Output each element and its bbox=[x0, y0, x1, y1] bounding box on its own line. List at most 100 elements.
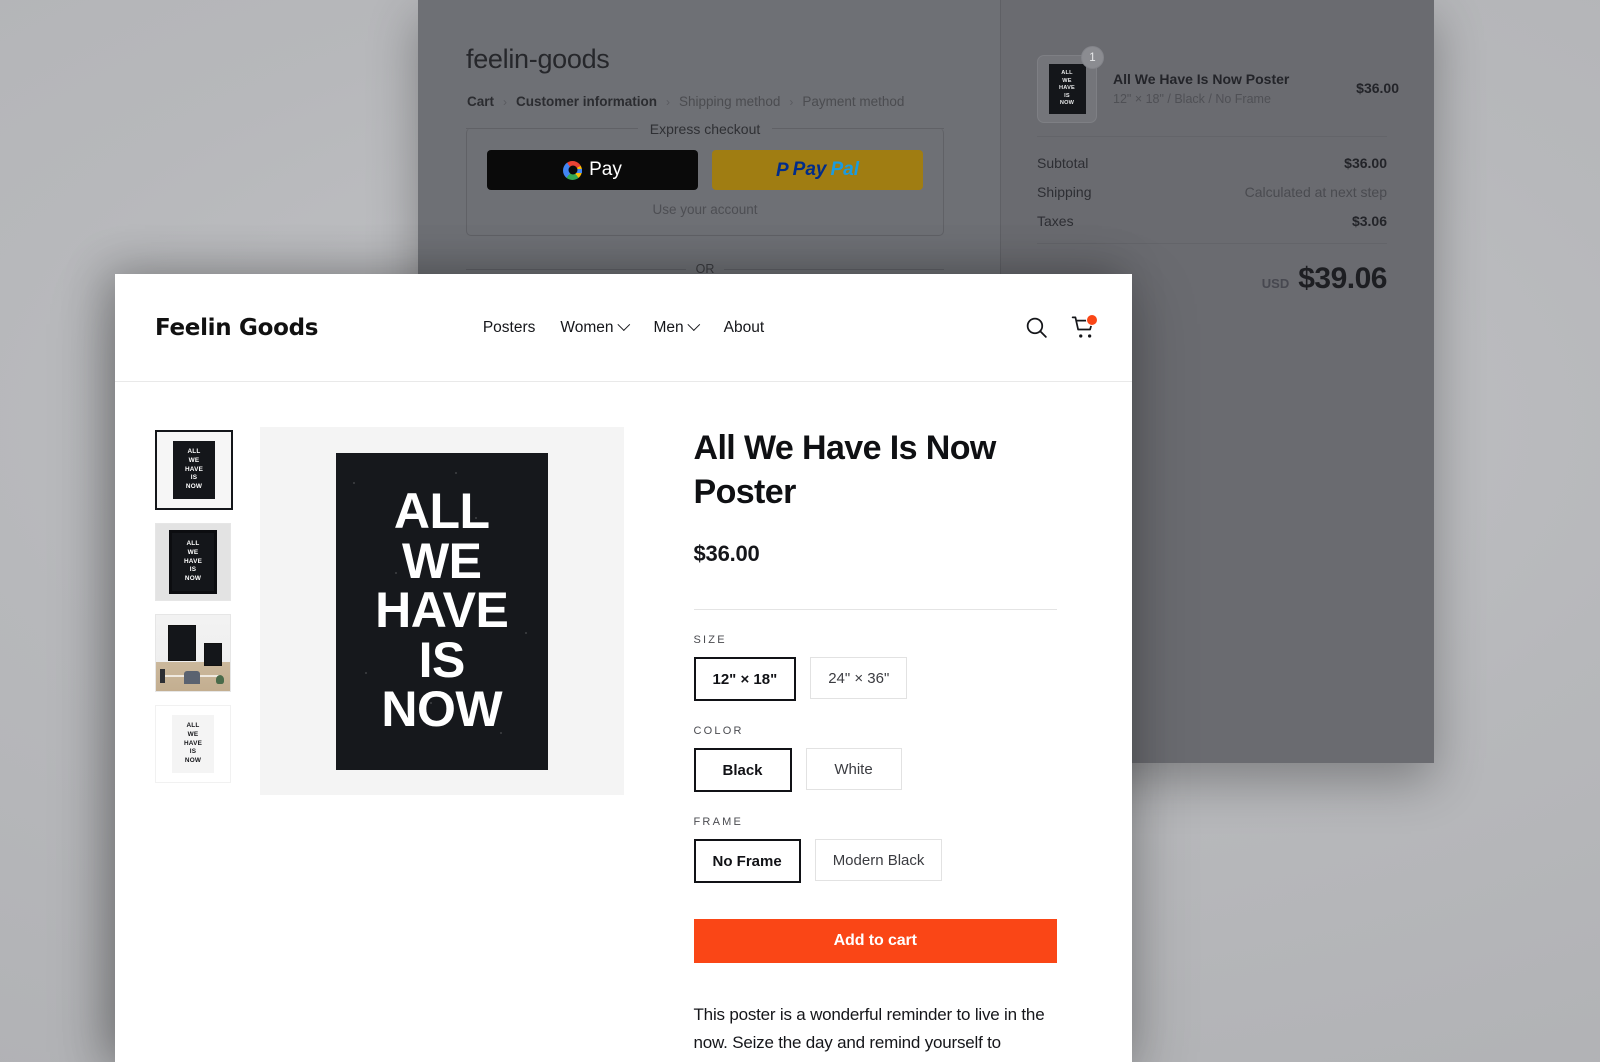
main-navigation: Posters Women Men About bbox=[483, 318, 765, 337]
option-color-black[interactable]: Black bbox=[693, 748, 792, 793]
room-plant bbox=[216, 675, 224, 684]
product-thumbnail-3[interactable] bbox=[155, 614, 231, 692]
room-poster-large bbox=[168, 625, 196, 661]
nav-label: Women bbox=[560, 318, 614, 336]
nav-item-men[interactable]: Men bbox=[653, 318, 701, 337]
taxes-label: Taxes bbox=[1037, 213, 1074, 229]
nav-item-about[interactable]: About bbox=[724, 319, 765, 337]
express-checkout-section: Express checkout Pay P Pay Pal Use your a… bbox=[466, 121, 944, 236]
room-lamp bbox=[160, 669, 165, 683]
poster-line: IS bbox=[190, 474, 198, 482]
poster-line: WE bbox=[1062, 77, 1072, 84]
poster-line: WE bbox=[187, 548, 199, 556]
order-summary-line-item: ALL WE HAVE IS NOW 1 All We Have Is Now … bbox=[1037, 46, 1399, 123]
product-thumbnail-1[interactable]: ALL WE HAVE IS NOW bbox=[155, 430, 233, 510]
subtotal-value: $36.00 bbox=[1344, 155, 1387, 171]
product-price: $36.00 bbox=[693, 541, 760, 567]
total-right: USD $39.06 bbox=[1261, 262, 1388, 296]
paypal-button[interactable]: P Pay Pal bbox=[712, 150, 923, 190]
poster-line: ALL bbox=[393, 483, 490, 540]
header-actions bbox=[1024, 313, 1098, 341]
poster-thumb-art: ALL WE HAVE IS NOW bbox=[1048, 64, 1086, 114]
breadcrumb-separator-icon: › bbox=[789, 94, 794, 109]
checkout-breadcrumb: Cart › Customer information › Shipping m… bbox=[467, 94, 904, 109]
poster-line: IS bbox=[418, 631, 466, 688]
poster-thumb-art-white: ALL WE HAVE IS NOW bbox=[172, 715, 214, 773]
google-g-icon bbox=[563, 160, 583, 180]
breadcrumb-customer-information[interactable]: Customer information bbox=[516, 94, 657, 109]
add-to-cart-button[interactable]: Add to cart bbox=[693, 919, 1057, 964]
poster-line: IS bbox=[189, 566, 197, 574]
chevron-down-icon bbox=[617, 318, 631, 332]
poster-line: ALL bbox=[186, 539, 200, 547]
option-values-color: Black White bbox=[693, 748, 1058, 793]
search-icon[interactable] bbox=[1024, 315, 1049, 340]
paypal-mark-icon: P bbox=[775, 159, 789, 181]
total-currency: USD bbox=[1261, 276, 1290, 291]
option-group-color: COLOR Black White bbox=[693, 725, 1058, 793]
option-values-frame: No Frame Modern Black bbox=[693, 839, 1058, 884]
breadcrumb-shipping-method: Shipping method bbox=[679, 94, 781, 109]
poster-thumb-art: ALL WE HAVE IS NOW bbox=[173, 441, 215, 499]
or-line-right bbox=[724, 268, 944, 270]
total-amount: $39.06 bbox=[1298, 262, 1387, 295]
room-chair bbox=[184, 671, 200, 684]
product-thumbnail-2[interactable]: ALL WE HAVE IS NOW bbox=[155, 523, 231, 601]
option-label-frame: FRAME bbox=[693, 816, 743, 829]
poster-line: ALL bbox=[1061, 70, 1073, 77]
option-frame-modern-black[interactable]: Modern Black bbox=[814, 839, 943, 882]
nav-item-posters[interactable]: Posters bbox=[483, 319, 536, 337]
poster-line: WE bbox=[187, 730, 199, 738]
poster-line: HAVE bbox=[375, 582, 509, 639]
room-poster-small bbox=[204, 643, 222, 666]
poster-line: ALL bbox=[187, 447, 201, 455]
legend-line-left bbox=[466, 128, 638, 129]
poster-line: IS bbox=[189, 748, 197, 756]
poster-line: HAVE bbox=[183, 557, 203, 565]
option-frame-no-frame[interactable]: No Frame bbox=[693, 839, 801, 884]
order-summary-row-taxes: Taxes $3.06 bbox=[1037, 213, 1387, 229]
google-pay-button[interactable]: Pay bbox=[487, 150, 698, 190]
nav-label: Men bbox=[653, 318, 684, 336]
option-label-color: COLOR bbox=[693, 725, 744, 738]
product-details: All We Have Is Now Poster $36.00 SIZE 12… bbox=[624, 427, 1093, 1062]
poster-line: NOW bbox=[381, 681, 503, 738]
poster-line: HAVE bbox=[183, 739, 203, 747]
poster-line: IS bbox=[1064, 92, 1070, 99]
product-thumbnail-4[interactable]: ALL WE HAVE IS NOW bbox=[155, 705, 231, 783]
nav-label: About bbox=[723, 318, 765, 336]
storefront-window[interactable]: Feelin Goods Posters Women Men About ALL… bbox=[115, 274, 1132, 1062]
poster-line: ALL bbox=[186, 721, 200, 729]
option-color-white[interactable]: White bbox=[805, 748, 902, 791]
brand-logo[interactable]: Feelin Goods bbox=[155, 315, 318, 341]
order-item-thumbnail-wrap: ALL WE HAVE IS NOW 1 bbox=[1037, 46, 1104, 123]
order-item-quantity-badge: 1 bbox=[1081, 46, 1104, 69]
order-summary-row-subtotal: Subtotal $36.00 bbox=[1037, 155, 1387, 171]
option-values-size: 12" × 18" 24" × 36" bbox=[693, 657, 1058, 702]
option-label-size: SIZE bbox=[693, 634, 727, 647]
poster-thumb-art-framed: ALL WE HAVE IS NOW bbox=[169, 530, 217, 594]
shipping-label: Shipping bbox=[1037, 184, 1092, 200]
google-pay-label: Pay bbox=[589, 159, 622, 180]
breadcrumb-payment-method: Payment method bbox=[802, 94, 905, 109]
legend-line-right bbox=[772, 128, 944, 129]
cart-badge bbox=[1086, 313, 1098, 326]
product-title: All We Have Is Now Poster bbox=[693, 429, 997, 511]
poster-line: HAVE bbox=[1059, 85, 1075, 92]
poster-line: WE bbox=[401, 532, 482, 589]
option-size-24x36[interactable]: 24" × 36" bbox=[810, 657, 908, 700]
option-size-12x18[interactable]: 12" × 18" bbox=[693, 657, 797, 702]
poster-line: NOW bbox=[184, 575, 202, 583]
order-item-variant: 12" × 18" / Black / No Frame bbox=[1113, 91, 1271, 106]
paypal-pal-label: Pal bbox=[830, 159, 860, 180]
order-summary-divider-bottom bbox=[1037, 243, 1387, 244]
product-main-image[interactable]: ALL WE HAVE IS NOW bbox=[260, 427, 624, 795]
order-item-price: $36.00 bbox=[1356, 80, 1399, 96]
product-section: ALL WE HAVE IS NOW ALL WE HAVE IS NOW AL… bbox=[115, 382, 1132, 1062]
or-line-left bbox=[466, 268, 686, 270]
nav-item-women[interactable]: Women bbox=[560, 318, 631, 337]
product-thumbnail-list: ALL WE HAVE IS NOW ALL WE HAVE IS NOW AL… bbox=[155, 427, 237, 1062]
order-item-name: All We Have Is Now Poster bbox=[1113, 71, 1290, 88]
cart-icon[interactable] bbox=[1071, 313, 1098, 341]
breadcrumb-cart[interactable]: Cart bbox=[467, 94, 494, 109]
